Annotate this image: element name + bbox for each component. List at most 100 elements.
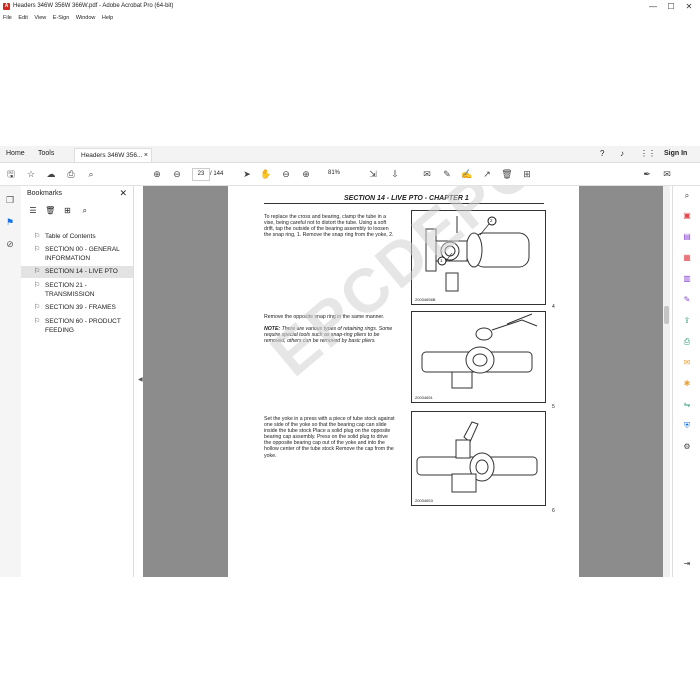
scroll-mode-icon[interactable]: ⇩ xyxy=(388,167,402,181)
step3-text: Set the yoke in a press with a piece of … xyxy=(264,416,395,459)
find-bookmark-icon[interactable]: ⌕ xyxy=(79,206,91,216)
save-icon[interactable]: 🖫 xyxy=(4,167,18,181)
toolbar: 🖫 ☆ ☁ ⎙ ⌕ ⊕ ⊖ 23 / 144 ➤ ✋ ⊖ ⊕ 81% ⇲ ⇩ ✉… xyxy=(0,163,700,186)
page-total: / 144 xyxy=(210,171,224,177)
bookmark-icon: ⚐ xyxy=(34,318,41,325)
previous-page-icon[interactable]: ⊕ xyxy=(150,167,164,181)
menu-esign[interactable]: E-Sign xyxy=(53,15,70,21)
tab-strip: Home Tools Headers 346W 356... × ? ♪ ⋮⋮ … xyxy=(0,146,700,163)
vertical-scrollbar[interactable] xyxy=(663,186,670,577)
new-bookmark-icon[interactable]: ⊞ xyxy=(61,206,73,215)
mail-icon[interactable]: ✉ xyxy=(660,167,674,181)
scan-ocr-icon[interactable]: ⎙ xyxy=(681,336,693,348)
bookmark-icon: ⚐ xyxy=(34,304,41,311)
tab-home[interactable]: Home xyxy=(6,146,25,162)
select-cursor-icon[interactable]: ➤ xyxy=(240,167,254,181)
close-panel-icon[interactable]: ✕ xyxy=(119,188,127,199)
comment-icon[interactable]: ✉ xyxy=(420,167,434,181)
minimize-button[interactable]: — xyxy=(646,0,660,13)
combine-files-icon[interactable]: ▤ xyxy=(681,231,693,243)
next-page-icon[interactable]: ⊖ xyxy=(170,167,184,181)
bookmark-item-selected[interactable]: ⚐ SECTION 14 - LIVE PTO xyxy=(21,266,133,278)
menu-bar: File Edit View E-Sign Window Help xyxy=(0,13,115,24)
delete-icon[interactable]: 🗑 xyxy=(500,167,514,181)
menu-window[interactable]: Window xyxy=(76,15,96,21)
tab-document-label: Headers 346W 356... xyxy=(81,152,143,159)
collapse-panel-icon[interactable]: ◀ xyxy=(138,376,143,383)
window-title: Headers 346W 356W 366W.pdf - Adobe Acrob… xyxy=(13,3,174,9)
organize-pages-icon[interactable]: ▥ xyxy=(681,273,693,285)
snap-ring-pliers-illustration xyxy=(421,313,538,389)
compress-icon[interactable]: ⇋ xyxy=(681,399,693,411)
delete-bookmark-icon[interactable]: 🗑 xyxy=(44,206,56,215)
tab-tools[interactable]: Tools xyxy=(38,146,54,162)
bookmark-item[interactable]: ⚐ SECTION 21 - TRANSMISSION xyxy=(21,281,133,299)
draw-icon[interactable]: ✍ xyxy=(460,167,474,181)
bookmark-icon: ⚐ xyxy=(34,233,41,240)
acrobat-icon: A xyxy=(3,3,10,10)
pages-thumbnail-icon[interactable]: ❐ xyxy=(4,194,16,206)
pdf-page: SECTION 14 - LIVE PTO - CHAPTER 1 To rep… xyxy=(228,186,663,577)
document-viewport[interactable]: SECTION 14 - LIVE PTO - CHAPTER 1 To rep… xyxy=(143,186,663,577)
zoom-level-select[interactable]: 81% xyxy=(322,168,346,179)
sign-icon[interactable]: ✒ xyxy=(640,167,654,181)
menu-help[interactable]: Help xyxy=(102,15,113,21)
figure-6: 20034653 xyxy=(411,411,546,506)
figure-number: 5 xyxy=(552,404,555,410)
fit-page-icon[interactable]: ⇲ xyxy=(366,167,380,181)
maximize-button[interactable]: ☐ xyxy=(664,0,678,13)
apps-icon[interactable]: ⋮⋮ xyxy=(640,146,656,162)
sign-in-button[interactable]: Sign In xyxy=(664,146,687,162)
create-pdf-icon[interactable]: ▣ xyxy=(681,210,693,222)
bookmark-item[interactable]: ⚐ Table of Contents xyxy=(21,232,133,241)
bookmarks-icon[interactable]: ⚑ xyxy=(4,216,16,228)
figure-id: 20034653 xyxy=(415,498,433,503)
expand-rail-icon[interactable]: ⇥ xyxy=(681,558,693,570)
press-yoke-illustration xyxy=(416,421,538,493)
tab-close-icon[interactable]: × xyxy=(144,149,148,162)
page-number-input[interactable]: 23 xyxy=(192,168,210,181)
figure-number: 4 xyxy=(552,304,555,310)
bookmark-icon: ⚐ xyxy=(34,282,41,289)
menu-view[interactable]: View xyxy=(34,15,46,21)
bookmark-item[interactable]: ⚐ SECTION 60 - PRODUCT FEEDING xyxy=(21,317,133,335)
title-bar: A Headers 346W 356W 366W.pdf - Adobe Acr… xyxy=(0,0,700,13)
search-icon[interactable]: ⌕ xyxy=(84,167,98,181)
export-pdf-icon[interactable]: ⇪ xyxy=(681,315,693,327)
protect-icon[interactable]: ⛨ xyxy=(681,420,693,432)
menu-edit[interactable]: Edit xyxy=(18,15,27,21)
more-tools-icon[interactable]: ⊞ xyxy=(520,167,534,181)
share-icon[interactable]: ↗ xyxy=(480,167,494,181)
edit-pdf-icon[interactable]: ▦ xyxy=(681,252,693,264)
comment-tool-icon[interactable]: ✉ xyxy=(681,357,693,369)
bookmark-item[interactable]: ⚐ SECTION 39 - FRAMES xyxy=(21,303,133,312)
tab-document[interactable]: Headers 346W 356... × xyxy=(74,148,152,162)
print-icon[interactable]: ⎙ xyxy=(64,167,78,181)
fill-sign-icon[interactable]: ✎ xyxy=(681,294,693,306)
menu-file[interactable]: File xyxy=(3,15,12,21)
zoom-out-icon[interactable]: ⊖ xyxy=(279,167,293,181)
figure-5: 20034651 xyxy=(411,311,546,403)
right-tools-rail: ⌕ ▣ ▤ ▦ ▥ ✎ ⇪ ⎙ ✉ ✱ ⇋ ⛨ ⚙ ⇥ xyxy=(672,186,700,577)
notifications-icon[interactable]: ♪ xyxy=(620,146,624,162)
stamp-icon[interactable]: ✱ xyxy=(681,378,693,390)
figure-number: 6 xyxy=(552,508,555,514)
more-tools-rail-icon[interactable]: ⚙ xyxy=(681,441,693,453)
bookmarks-title: Bookmarks xyxy=(27,190,63,197)
hand-tool-icon[interactable]: ✋ xyxy=(259,167,273,181)
highlight-icon[interactable]: ✎ xyxy=(440,167,454,181)
bookmark-item[interactable]: ⚐ SECTION 00 - GENERAL INFORMATION xyxy=(21,245,133,263)
zoom-in-icon[interactable]: ⊕ xyxy=(299,167,313,181)
figure-id: 20034656B xyxy=(415,297,436,302)
help-icon[interactable]: ? xyxy=(600,146,604,162)
bookmark-star-icon[interactable]: ☆ xyxy=(24,167,38,181)
bookmark-options-icon[interactable]: ☰ xyxy=(27,206,39,215)
left-navigation-rail: ❐ ⚑ ⊘ xyxy=(0,186,22,577)
close-window-button[interactable]: ✕ xyxy=(682,0,696,13)
bookmarks-panel: Bookmarks ✕ ☰ 🗑 ⊞ ⌕ ⚐ Table of Contents … xyxy=(21,186,134,577)
bookmark-toolbar: ☰ 🗑 ⊞ ⌕ xyxy=(27,206,94,218)
scrollbar-thumb[interactable] xyxy=(664,306,669,324)
upload-icon[interactable]: ☁ xyxy=(44,167,58,181)
search-tool-icon[interactable]: ⌕ xyxy=(681,190,693,202)
attachments-icon[interactable]: ⊘ xyxy=(4,238,16,250)
